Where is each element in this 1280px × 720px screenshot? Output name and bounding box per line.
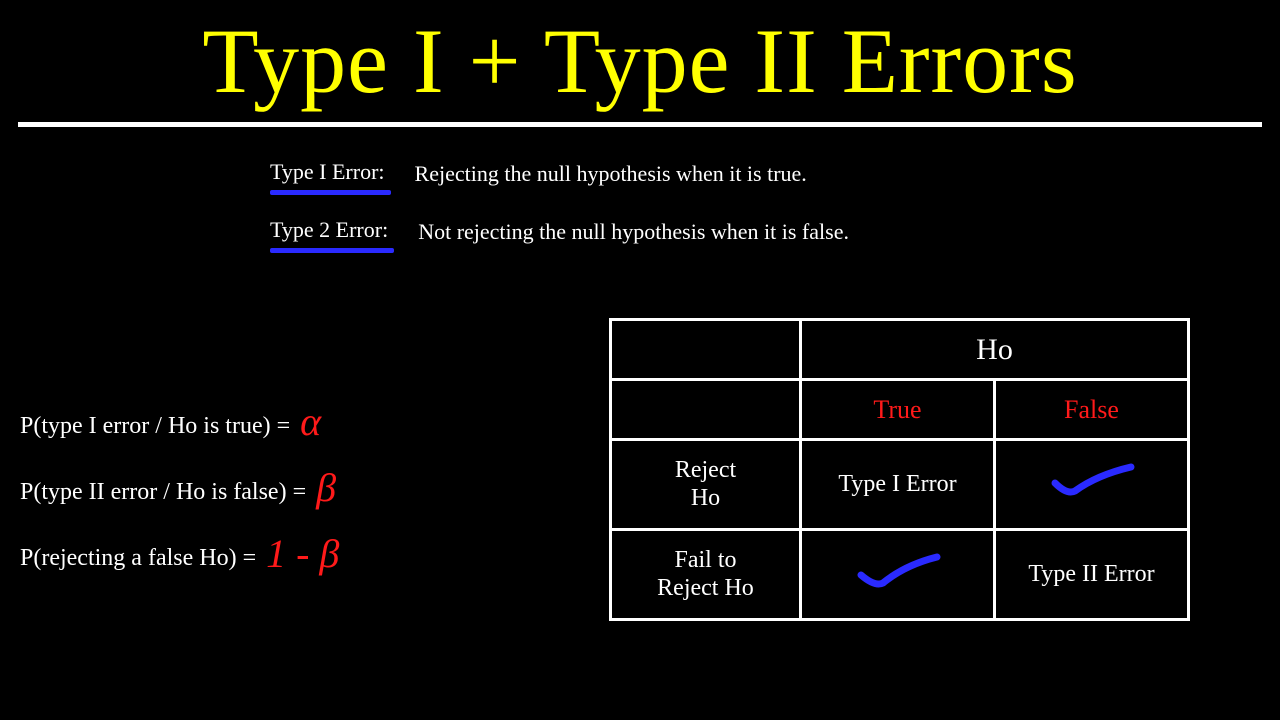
check-icon	[1047, 461, 1137, 501]
eq-text-1: P(type I error / Ho is true) =	[20, 413, 290, 440]
cell-check-fail-true	[801, 530, 995, 620]
equations-block: P(type I error / Ho is true) = α P(type …	[20, 410, 580, 608]
def-label-type1: Type I Error:	[270, 159, 385, 189]
cell-false: False	[995, 380, 1189, 440]
def-label-type2: Type 2 Error:	[270, 217, 388, 247]
cell-fail-label: Fail toReject Ho	[611, 530, 801, 620]
definition-type1: Type I Error: Rejecting the null hypothe…	[270, 159, 1280, 189]
definitions-block: Type I Error: Rejecting the null hypothe…	[270, 159, 1280, 247]
cell-true: True	[801, 380, 995, 440]
underline-icon	[270, 248, 394, 253]
equation-beta: P(type II error / Ho is false) = β	[20, 476, 580, 508]
page-title: Type I + Type II Errors	[0, 0, 1280, 114]
eq-text-3: P(rejecting a false Ho) =	[20, 545, 256, 572]
divider	[18, 122, 1262, 127]
def-text-type1: Rejecting the null hypothesis when it is…	[415, 159, 807, 187]
one-minus-beta-symbol: 1 - β	[266, 538, 339, 570]
equation-power: P(rejecting a false Ho) = 1 - β	[20, 542, 580, 574]
eq-text-2: P(type II error / Ho is false) =	[20, 479, 306, 506]
cell-type2-error: Type II Error	[995, 530, 1189, 620]
def-label-type1-text: Type I Error:	[270, 159, 385, 184]
alpha-symbol: α	[300, 406, 321, 438]
def-label-type2-text: Type 2 Error:	[270, 217, 388, 242]
beta-symbol: β	[316, 472, 336, 504]
cell-type1-error: Type I Error	[801, 440, 995, 530]
cell-blank	[611, 320, 801, 380]
definition-type2: Type 2 Error: Not rejecting the null hyp…	[270, 217, 1280, 247]
underline-icon	[270, 190, 391, 195]
cell-blank2	[611, 380, 801, 440]
equation-alpha: P(type I error / Ho is true) = α	[20, 410, 580, 442]
cell-ho-header: Ho	[801, 320, 1189, 380]
def-text-type2: Not rejecting the null hypothesis when i…	[418, 217, 849, 245]
cell-check-reject-false	[995, 440, 1189, 530]
check-icon	[853, 551, 943, 591]
cell-reject-label: RejectHo	[611, 440, 801, 530]
error-table: Ho True False RejectHo Type I Error Fail…	[609, 318, 1190, 621]
